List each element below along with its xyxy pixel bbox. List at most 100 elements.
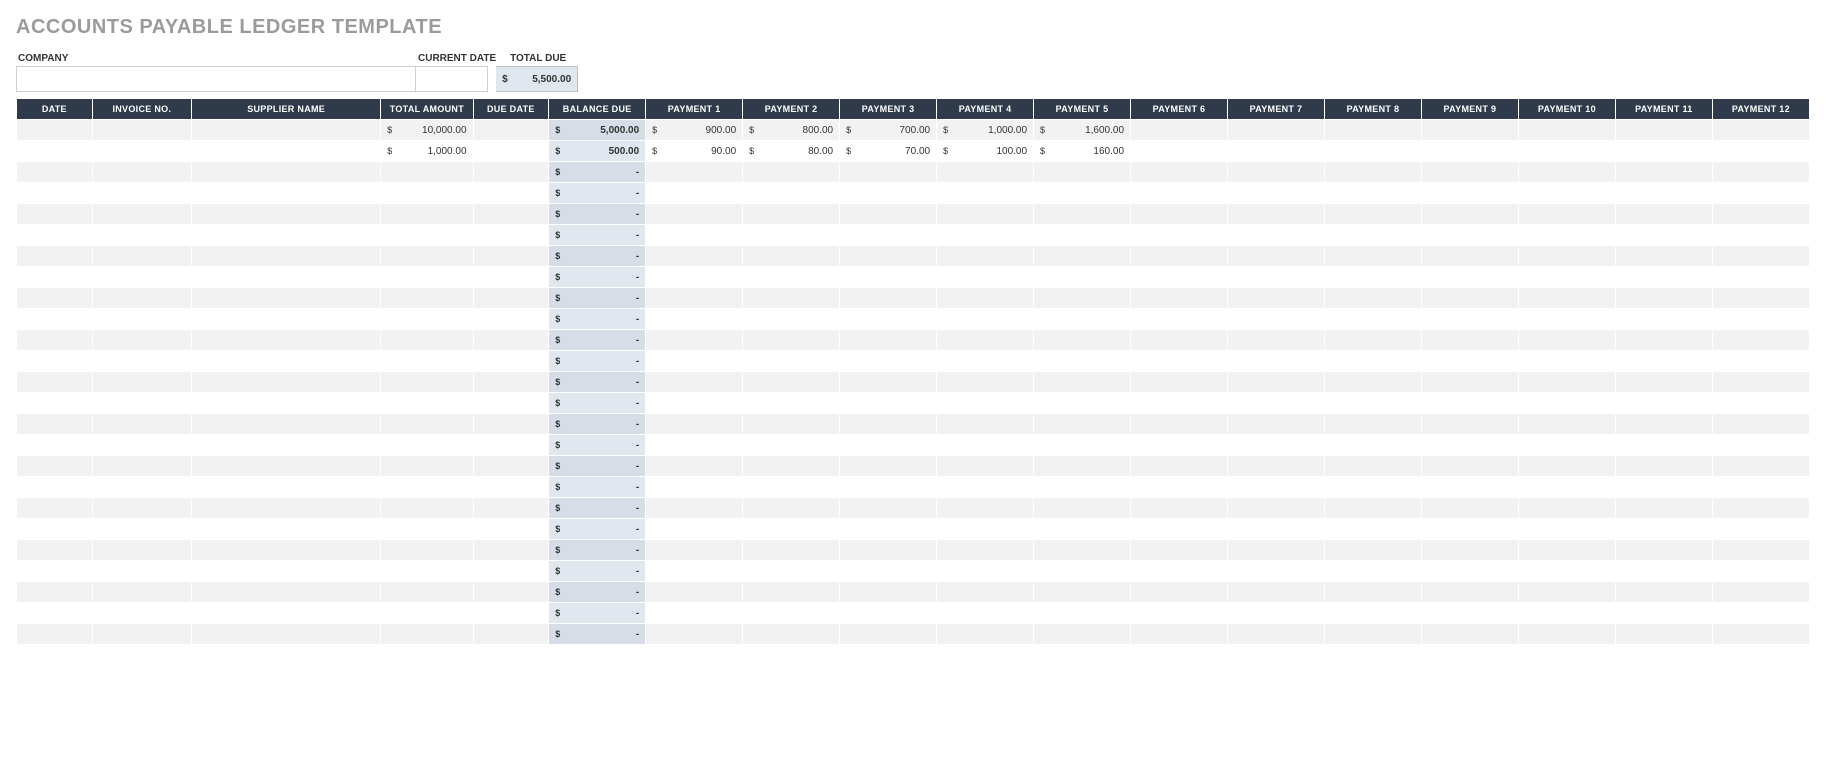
amount-cell[interactable]: [1227, 519, 1324, 540]
amount-cell[interactable]: [1518, 267, 1615, 288]
amount-cell[interactable]: $160.00: [1034, 141, 1131, 162]
amount-cell[interactable]: [646, 519, 743, 540]
date-cell[interactable]: [17, 519, 93, 540]
amount-cell[interactable]: [743, 582, 840, 603]
balance-cell[interactable]: $-: [549, 330, 646, 351]
date-cell[interactable]: [17, 372, 93, 393]
amount-cell[interactable]: [1518, 120, 1615, 141]
amount-cell[interactable]: [840, 624, 937, 645]
amount-cell[interactable]: [1324, 120, 1421, 141]
amount-cell[interactable]: [743, 393, 840, 414]
amount-cell[interactable]: [1421, 267, 1518, 288]
amount-cell[interactable]: [1034, 435, 1131, 456]
invoice-cell[interactable]: [92, 414, 191, 435]
balance-cell[interactable]: $-: [549, 204, 646, 225]
amount-cell[interactable]: [381, 246, 473, 267]
amount-cell[interactable]: $80.00: [743, 141, 840, 162]
amount-cell[interactable]: [381, 309, 473, 330]
amount-cell[interactable]: [1518, 414, 1615, 435]
date-cell[interactable]: [17, 141, 93, 162]
supplier-cell[interactable]: [192, 183, 381, 204]
supplier-cell[interactable]: [192, 351, 381, 372]
amount-cell[interactable]: [1615, 498, 1712, 519]
amount-cell[interactable]: [646, 435, 743, 456]
invoice-cell[interactable]: [92, 498, 191, 519]
amount-cell[interactable]: [646, 582, 743, 603]
amount-cell[interactable]: [1034, 477, 1131, 498]
amount-cell[interactable]: [937, 372, 1034, 393]
amount-cell[interactable]: [1712, 561, 1809, 582]
balance-cell[interactable]: $-: [549, 372, 646, 393]
amount-cell[interactable]: [1324, 246, 1421, 267]
amount-cell[interactable]: [1131, 330, 1228, 351]
date-cell[interactable]: [17, 225, 93, 246]
amount-cell[interactable]: [1615, 204, 1712, 225]
balance-cell[interactable]: $-: [549, 519, 646, 540]
amount-cell[interactable]: [1324, 519, 1421, 540]
invoice-cell[interactable]: [92, 141, 191, 162]
due-date-cell[interactable]: [473, 183, 549, 204]
invoice-cell[interactable]: [92, 603, 191, 624]
amount-cell[interactable]: [840, 183, 937, 204]
amount-cell[interactable]: [1518, 351, 1615, 372]
amount-cell[interactable]: [1615, 456, 1712, 477]
invoice-cell[interactable]: [92, 624, 191, 645]
amount-cell[interactable]: [1615, 540, 1712, 561]
date-cell[interactable]: [17, 309, 93, 330]
amount-cell[interactable]: [1227, 120, 1324, 141]
amount-cell[interactable]: [1421, 582, 1518, 603]
amount-cell[interactable]: [743, 372, 840, 393]
amount-cell[interactable]: [1034, 372, 1131, 393]
amount-cell[interactable]: $900.00: [646, 120, 743, 141]
supplier-cell[interactable]: [192, 393, 381, 414]
amount-cell[interactable]: [381, 330, 473, 351]
amount-cell[interactable]: [1131, 435, 1228, 456]
amount-cell[interactable]: [937, 393, 1034, 414]
amount-cell[interactable]: [840, 561, 937, 582]
amount-cell[interactable]: [937, 183, 1034, 204]
amount-cell[interactable]: [1421, 330, 1518, 351]
amount-cell[interactable]: [1712, 456, 1809, 477]
amount-cell[interactable]: [1227, 435, 1324, 456]
date-cell[interactable]: [17, 162, 93, 183]
supplier-cell[interactable]: [192, 162, 381, 183]
amount-cell[interactable]: [1324, 393, 1421, 414]
amount-cell[interactable]: [1324, 435, 1421, 456]
date-cell[interactable]: [17, 456, 93, 477]
amount-cell[interactable]: [1421, 183, 1518, 204]
amount-cell[interactable]: [743, 603, 840, 624]
balance-cell[interactable]: $-: [549, 540, 646, 561]
amount-cell[interactable]: [1034, 561, 1131, 582]
amount-cell[interactable]: [937, 561, 1034, 582]
amount-cell[interactable]: [743, 435, 840, 456]
amount-cell[interactable]: [1421, 519, 1518, 540]
amount-cell[interactable]: [1227, 267, 1324, 288]
amount-cell[interactable]: [743, 204, 840, 225]
amount-cell[interactable]: [743, 561, 840, 582]
due-date-cell[interactable]: [473, 519, 549, 540]
amount-cell[interactable]: [743, 225, 840, 246]
balance-cell[interactable]: $-: [549, 393, 646, 414]
amount-cell[interactable]: [1615, 477, 1712, 498]
balance-cell[interactable]: $-: [549, 582, 646, 603]
invoice-cell[interactable]: [92, 372, 191, 393]
amount-cell[interactable]: [381, 435, 473, 456]
amount-cell[interactable]: [1131, 120, 1228, 141]
amount-cell[interactable]: [1421, 393, 1518, 414]
amount-cell[interactable]: [1712, 477, 1809, 498]
amount-cell[interactable]: [1615, 603, 1712, 624]
amount-cell[interactable]: [937, 435, 1034, 456]
amount-cell[interactable]: [840, 288, 937, 309]
amount-cell[interactable]: [381, 519, 473, 540]
supplier-cell[interactable]: [192, 141, 381, 162]
amount-cell[interactable]: [937, 309, 1034, 330]
date-cell[interactable]: [17, 393, 93, 414]
balance-cell[interactable]: $-: [549, 351, 646, 372]
amount-cell[interactable]: [1712, 435, 1809, 456]
amount-cell[interactable]: [743, 330, 840, 351]
amount-cell[interactable]: [1131, 624, 1228, 645]
amount-cell[interactable]: [1227, 456, 1324, 477]
current-date-input[interactable]: [416, 66, 488, 92]
amount-cell[interactable]: [646, 498, 743, 519]
amount-cell[interactable]: [381, 498, 473, 519]
